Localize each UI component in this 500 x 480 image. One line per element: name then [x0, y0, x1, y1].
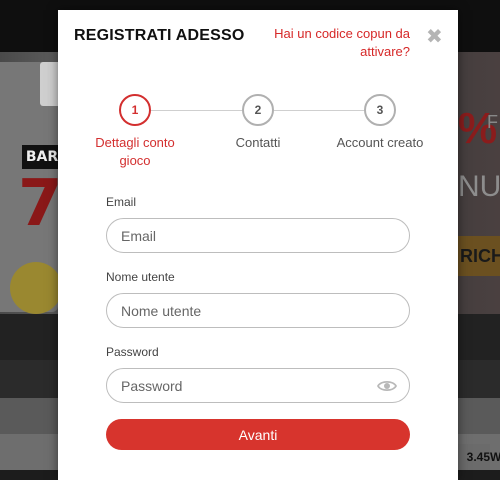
- hero-cta-button[interactable]: RICH: [458, 236, 500, 276]
- odds-value[interactable]: W: [490, 444, 500, 470]
- next-button[interactable]: Avanti: [106, 419, 410, 450]
- step-2-indicator: 2: [242, 94, 274, 126]
- step-3-label: Account creato: [336, 135, 424, 150]
- odds-value[interactable]: 3.45: [458, 444, 490, 470]
- username-field[interactable]: [106, 293, 410, 328]
- gold-coin-image: [10, 262, 62, 314]
- step-2-label: Contatti: [235, 135, 281, 150]
- step-3-indicator: 3: [364, 94, 396, 126]
- password-label: Password: [106, 345, 159, 359]
- registration-modal: REGISTRATI ADESSO Hai un codice copun da…: [58, 10, 458, 480]
- modal-title: REGISTRATI ADESSO: [74, 27, 245, 44]
- email-label: Email: [106, 195, 137, 209]
- step-1-indicator: 1: [119, 94, 151, 126]
- step-connector: [151, 110, 244, 111]
- close-icon[interactable]: ✖: [426, 26, 443, 46]
- step-connector: [274, 110, 366, 111]
- slot-bar-symbol: BAR: [22, 145, 62, 169]
- slot-seven-symbol: 7: [18, 167, 63, 241]
- email-field[interactable]: [106, 218, 410, 253]
- eye-icon[interactable]: [377, 379, 397, 393]
- hero-partial-text: F: [487, 112, 498, 132]
- coupon-code-link[interactable]: Hai un codice copun da attivare?: [240, 25, 410, 61]
- password-field[interactable]: [106, 368, 410, 403]
- hero-bonus-text: NU: [458, 170, 500, 203]
- step-1-label: Dettagli conto gioco: [95, 135, 175, 168]
- username-label: Nome utente: [106, 270, 175, 284]
